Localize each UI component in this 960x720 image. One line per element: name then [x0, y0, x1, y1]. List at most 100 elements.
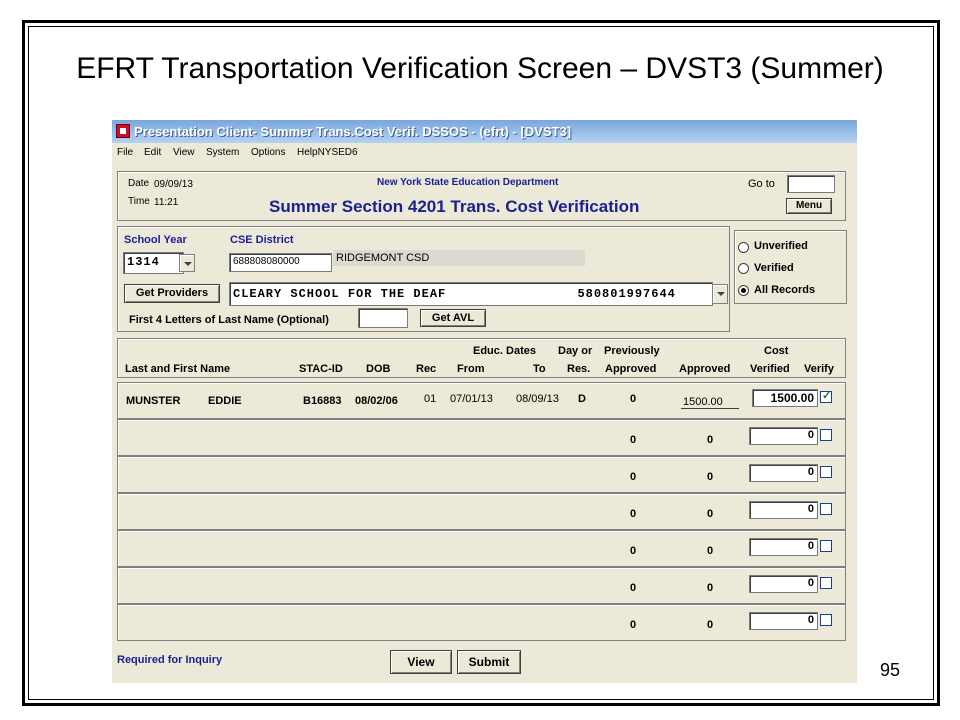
radio-all-records-label: All Records: [754, 284, 816, 296]
get-providers-button[interactable]: Get Providers: [124, 284, 220, 303]
last-name-label: First 4 Letters of Last Name (Optional): [129, 314, 329, 326]
row-approved: 0: [707, 545, 714, 557]
time-value: 11:21: [154, 197, 179, 208]
radio-verified-label: Verified: [754, 262, 794, 274]
row-approved: 0: [707, 508, 714, 520]
row-cost-verified-input[interactable]: 0: [749, 612, 818, 630]
school-year-dropdown-icon[interactable]: [179, 254, 195, 272]
school-year-select[interactable]: 1314: [123, 252, 184, 274]
row-prev-approved: 0: [630, 434, 637, 446]
view-button[interactable]: View: [390, 650, 452, 674]
school-year-label: School Year: [124, 234, 187, 246]
page-number: 95: [880, 660, 901, 680]
window-title: Presentation Client- Summer Trans.Cost V…: [134, 124, 572, 139]
goto-label: Go to: [748, 178, 775, 190]
provider-dropdown-icon[interactable]: [712, 284, 728, 304]
header-previously: Previously: [604, 345, 660, 357]
row-to: 08/09/13: [516, 393, 559, 405]
required-note: Required for Inquiry: [117, 654, 223, 666]
radio-unverified-label: Unverified: [754, 240, 808, 252]
table-row: 0 0 0: [117, 604, 846, 641]
menu-file[interactable]: File: [117, 147, 133, 158]
row-prev-approved: 0: [630, 545, 637, 557]
row-verify-checkbox[interactable]: [820, 466, 832, 478]
slide: EFRT Transportation Verification Screen …: [0, 0, 960, 720]
header-rec: Rec: [416, 363, 437, 375]
last-name-input[interactable]: [358, 308, 408, 328]
date-label: Date: [128, 178, 150, 189]
row-approved: 0: [707, 471, 714, 483]
time-label: Time: [128, 196, 150, 207]
row-verify-checkbox[interactable]: [820, 614, 832, 626]
screen-title: Summer Section 4201 Trans. Cost Verifica…: [269, 197, 640, 216]
row-verify-checkbox[interactable]: [820, 503, 832, 515]
row-prev-approved: 0: [630, 582, 637, 594]
submit-button[interactable]: Submit: [457, 650, 521, 674]
header-educ-dates: Educ. Dates: [473, 345, 536, 357]
header-approved: Approved: [679, 363, 731, 375]
header-verify: Verify: [804, 363, 834, 375]
row-cost-verified-input[interactable]: 0: [749, 538, 818, 556]
row-dob: 08/02/06: [355, 395, 398, 407]
row-last-name: MUNSTER: [126, 395, 181, 407]
table-row: 0 0 0: [117, 567, 846, 604]
table-row: MUNSTER EDDIE B16883 08/02/06 01 07/01/1…: [117, 382, 846, 419]
header-cost: Cost: [764, 345, 789, 357]
department-name: New York State Education Department: [377, 177, 559, 188]
cse-district-code[interactable]: 688808080000: [229, 253, 332, 272]
row-res: D: [578, 393, 586, 405]
header-stac-id: STAC-ID: [299, 363, 343, 375]
radio-verified[interactable]: [738, 263, 749, 274]
header-res: Res.: [567, 363, 591, 375]
header-verified: Verified: [750, 363, 790, 375]
header-name: Last and First Name: [125, 363, 231, 375]
row-cost-verified-input[interactable]: 0: [749, 501, 818, 519]
header-dob: DOB: [366, 363, 391, 375]
row-rec: 01: [424, 393, 437, 405]
row-prev-approved: 0: [630, 393, 637, 405]
row-cost-verified-input[interactable]: 0: [749, 464, 818, 482]
window-titlebar: Presentation Client- Summer Trans.Cost V…: [112, 120, 857, 143]
row-verify-checkbox[interactable]: [820, 429, 832, 441]
get-avl-button[interactable]: Get AVL: [420, 309, 486, 327]
menu-button[interactable]: Menu: [786, 198, 832, 214]
radio-unverified[interactable]: [738, 242, 749, 253]
table-row: 0 0 0: [117, 419, 846, 456]
menu-edit[interactable]: Edit: [144, 147, 161, 158]
row-approved: 0: [707, 582, 714, 594]
header-from: From: [457, 363, 485, 375]
menu-bar: File Edit View System Options HelpNYSED6: [112, 144, 857, 164]
row-verify-checkbox[interactable]: [820, 540, 832, 552]
table-row: 0 0 0: [117, 493, 846, 530]
goto-input[interactable]: [787, 175, 835, 193]
row-from: 07/01/13: [450, 393, 493, 405]
row-cost-verified-input[interactable]: 0: [749, 575, 818, 593]
radio-all-records[interactable]: [738, 285, 749, 296]
menu-help[interactable]: HelpNYSED6: [297, 147, 358, 158]
table-row: 0 0 0: [117, 530, 846, 567]
row-stac-id: B16883: [303, 395, 342, 407]
header-prev-approved: Approved: [605, 363, 657, 375]
header-to: To: [533, 363, 546, 375]
row-prev-approved: 0: [630, 508, 637, 520]
app-window: Presentation Client- Summer Trans.Cost V…: [112, 120, 857, 683]
row-first-name: EDDIE: [208, 395, 242, 407]
row-approved: 1500.00: [681, 396, 739, 409]
row-verify-checkbox[interactable]: [820, 577, 832, 589]
slide-title: EFRT Transportation Verification Screen …: [76, 52, 884, 85]
cse-district-label: CSE District: [230, 234, 294, 246]
row-prev-approved: 0: [630, 619, 637, 631]
row-cost-verified-input[interactable]: 0: [749, 427, 818, 445]
row-cost-verified-input[interactable]: 1500.00: [752, 389, 818, 407]
menu-view[interactable]: View: [173, 147, 195, 158]
app-icon: [116, 124, 130, 138]
row-prev-approved: 0: [630, 471, 637, 483]
menu-system[interactable]: System: [206, 147, 239, 158]
table-row: 0 0 0: [117, 456, 846, 493]
provider-select[interactable]: CLEARY SCHOOL FOR THE DEAF 580801997644: [229, 282, 713, 306]
date-value: 09/09/13: [154, 179, 193, 190]
row-approved: 0: [707, 434, 714, 446]
cse-district-name: RIDGEMONT CSD: [333, 250, 585, 266]
menu-options[interactable]: Options: [251, 147, 285, 158]
row-verify-checkbox[interactable]: [820, 389, 832, 403]
